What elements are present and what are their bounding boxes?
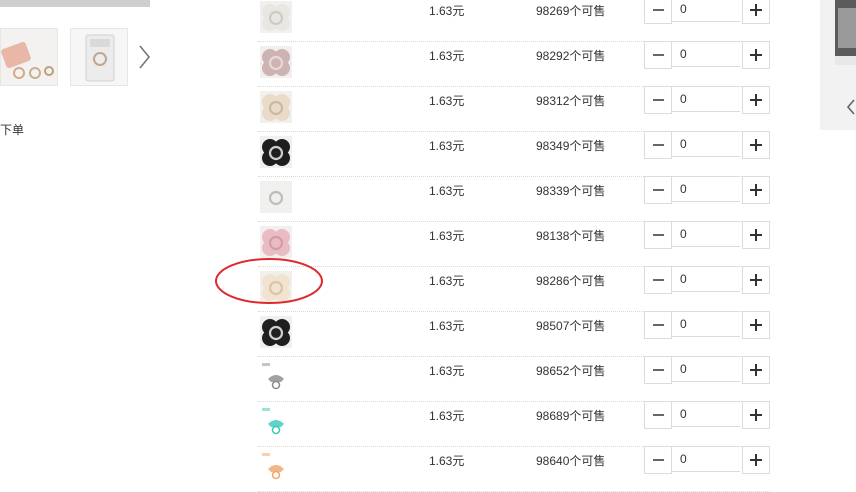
sku-row: 1.63元 98286个可售 — [258, 266, 770, 312]
quantity-input[interactable] — [672, 446, 740, 472]
sku-price: 1.63元 — [429, 364, 465, 378]
quantity-input[interactable] — [672, 266, 740, 292]
sku-stock: 98286个可售 — [536, 274, 606, 288]
plus-icon[interactable] — [742, 86, 770, 114]
sku-thumbnail[interactable] — [260, 91, 292, 123]
quantity-stepper — [644, 41, 770, 69]
sku-row: 1.63元 98138个可售 — [258, 221, 770, 267]
sku-price: 1.63元 — [429, 409, 465, 423]
sku-thumbnail[interactable] — [260, 136, 292, 168]
quantity-stepper — [644, 86, 770, 114]
minus-icon[interactable] — [644, 401, 672, 429]
quantity-stepper — [644, 221, 770, 249]
minus-icon[interactable] — [644, 131, 672, 159]
sku-stock: 98312个可售 — [536, 94, 606, 108]
sku-thumbnail[interactable] — [260, 181, 292, 213]
sku-thumbnail[interactable] — [260, 271, 292, 303]
quantity-input[interactable] — [672, 221, 740, 247]
plus-icon[interactable] — [742, 131, 770, 159]
quantity-input[interactable] — [672, 356, 740, 382]
quantity-input[interactable] — [672, 86, 740, 112]
sku-row: 1.63元 98689个可售 — [258, 401, 770, 447]
quantity-input[interactable] — [672, 0, 740, 22]
quantity-input[interactable] — [672, 401, 740, 427]
quantity-stepper — [644, 266, 770, 294]
sku-stock: 98652个可售 — [536, 364, 606, 378]
plus-icon[interactable] — [742, 0, 770, 24]
minus-icon[interactable] — [644, 176, 672, 204]
sku-price: 1.63元 — [429, 229, 465, 243]
gallery-thumbnail[interactable] — [70, 28, 128, 86]
quantity-stepper — [644, 356, 770, 384]
sku-thumbnail[interactable] — [260, 316, 292, 348]
gallery-thumbnail[interactable] — [0, 28, 58, 86]
plus-icon[interactable] — [742, 401, 770, 429]
quantity-input[interactable] — [672, 176, 740, 202]
sku-price: 1.63元 — [429, 49, 465, 63]
quantity-stepper — [644, 446, 770, 474]
sku-price: 1.63元 — [429, 4, 465, 18]
plus-icon[interactable] — [742, 356, 770, 384]
sku-price: 1.63元 — [429, 454, 465, 468]
sku-thumbnail[interactable] — [260, 226, 292, 258]
chevron-left-icon[interactable] — [846, 98, 856, 116]
quantity-stepper — [644, 0, 770, 24]
sku-stock: 98507个可售 — [536, 319, 606, 333]
quantity-stepper — [644, 176, 770, 204]
sku-row: 1.63元 98507个可售 — [258, 311, 770, 357]
sku-row: 1.63元 98312个可售 — [258, 86, 770, 132]
minus-icon[interactable] — [644, 0, 672, 24]
sku-stock: 98339个可售 — [536, 184, 606, 198]
sku-thumbnail[interactable] — [260, 1, 292, 33]
side-product-image[interactable] — [835, 0, 856, 65]
sku-price: 1.63元 — [429, 319, 465, 333]
minus-icon[interactable] — [644, 221, 672, 249]
minus-icon[interactable] — [644, 356, 672, 384]
minus-icon[interactable] — [644, 311, 672, 339]
sku-thumbnail[interactable] — [260, 361, 292, 393]
sku-stock: 98349个可售 — [536, 139, 606, 153]
sku-thumbnail[interactable] — [260, 46, 292, 78]
sku-row: 1.63元 98292个可售 — [258, 41, 770, 87]
sku-stock: 98138个可售 — [536, 229, 606, 243]
minus-icon[interactable] — [644, 41, 672, 69]
minus-icon[interactable] — [644, 86, 672, 114]
sku-row: 1.63元 98349个可售 — [258, 131, 770, 177]
sku-row: 1.63元 98640个可售 — [258, 446, 770, 492]
sku-stock: 98689个可售 — [536, 409, 606, 423]
sku-price: 1.63元 — [429, 274, 465, 288]
sku-thumbnail[interactable] — [260, 451, 292, 483]
sku-price: 1.63元 — [429, 94, 465, 108]
sku-stock: 98292个可售 — [536, 49, 606, 63]
minus-icon[interactable] — [644, 266, 672, 294]
order-note: 下单 — [0, 123, 25, 137]
plus-icon[interactable] — [742, 446, 770, 474]
sku-thumbnail[interactable] — [260, 406, 292, 438]
sku-row: 1.63元 98269个可售 — [258, 0, 770, 42]
minus-icon[interactable] — [644, 446, 672, 474]
plus-icon[interactable] — [742, 176, 770, 204]
sku-price: 1.63元 — [429, 184, 465, 198]
plus-icon[interactable] — [742, 266, 770, 294]
quantity-input[interactable] — [672, 41, 740, 67]
sku-stock: 98640个可售 — [536, 454, 606, 468]
quantity-stepper — [644, 311, 770, 339]
sku-row: 1.63元 98652个可售 — [258, 356, 770, 402]
plus-icon[interactable] — [742, 41, 770, 69]
sku-price: 1.63元 — [429, 139, 465, 153]
quantity-input[interactable] — [672, 311, 740, 337]
sku-stock: 98269个可售 — [536, 4, 606, 18]
quantity-stepper — [644, 131, 770, 159]
quantity-input[interactable] — [672, 131, 740, 157]
quantity-stepper — [644, 401, 770, 429]
main-image-bottom-edge — [0, 0, 150, 7]
sku-row: 1.63元 98339个可售 — [258, 176, 770, 222]
plus-icon[interactable] — [742, 221, 770, 249]
plus-icon[interactable] — [742, 311, 770, 339]
chevron-right-icon[interactable] — [134, 42, 154, 72]
